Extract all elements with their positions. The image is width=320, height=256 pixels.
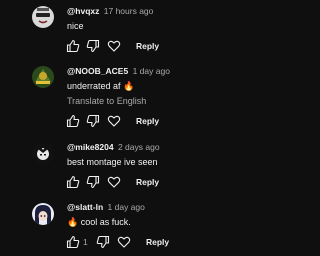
thumbs-down-icon[interactable] — [86, 39, 100, 53]
avatar[interactable] — [32, 66, 54, 88]
thumbs-up-icon[interactable] — [66, 39, 80, 53]
comment-item: @NOOB_ACE5 1 day ago underrated af 🔥 Tra… — [0, 60, 256, 130]
comment-item: @slatt-ln 1 day ago 🔥 cool as fuck. 1 Re… — [0, 198, 256, 256]
comment-text: 🔥 cool as fuck. — [67, 216, 131, 228]
author-name[interactable]: @mike8204 — [67, 142, 114, 152]
heart-icon[interactable] — [107, 175, 121, 189]
timestamp[interactable]: 17 hours ago — [104, 6, 154, 16]
timestamp[interactable]: 1 day ago — [108, 202, 145, 212]
thumbs-down-icon[interactable] — [96, 235, 110, 249]
game-logo-avatar-icon — [32, 66, 54, 88]
comment-text-content: cool as fuck. — [80, 217, 131, 227]
thumbs-down-icon[interactable] — [86, 175, 100, 189]
reply-button[interactable]: Reply — [136, 115, 159, 127]
comment-meta: @mike8204 2 days ago — [67, 142, 160, 153]
thumbs-up-icon[interactable] — [66, 175, 80, 189]
author-name[interactable]: @hvqxz — [67, 6, 99, 16]
comment-text: underrated af 🔥 — [67, 80, 134, 92]
comment-meta: @hvqxz 17 hours ago — [67, 6, 153, 17]
timestamp[interactable]: 2 days ago — [118, 142, 160, 152]
heart-icon[interactable] — [117, 235, 131, 249]
anime-girl-avatar-icon — [32, 203, 54, 225]
comment-actions: Reply — [66, 39, 256, 53]
avatar[interactable] — [32, 143, 54, 165]
avatar[interactable] — [32, 203, 54, 225]
avatar[interactable] — [32, 6, 54, 28]
fire-emoji: 🔥 — [123, 81, 135, 91]
author-name[interactable]: @NOOB_ACE5 — [67, 66, 128, 76]
sunglasses-face-avatar-icon — [32, 6, 54, 28]
like-count: 1 — [83, 237, 88, 247]
thumbs-up-icon[interactable] — [66, 235, 80, 249]
comment-text: best montage ive seen — [67, 157, 158, 167]
comment-item: @hvqxz 17 hours ago nice Reply — [0, 0, 256, 56]
anime-character-avatar-icon — [32, 143, 54, 165]
comment-meta: @NOOB_ACE5 1 day ago — [67, 66, 170, 77]
comment-item: @mike8204 2 days ago best montage ive se… — [0, 138, 256, 192]
heart-icon[interactable] — [107, 39, 121, 53]
comment-actions: Reply — [66, 114, 256, 128]
comment-actions: Reply — [66, 175, 256, 189]
comment-actions: 1 Reply — [66, 235, 256, 249]
thumbs-up-icon[interactable] — [66, 114, 80, 128]
comment-meta: @slatt-ln 1 day ago — [67, 202, 145, 213]
timestamp[interactable]: 1 day ago — [133, 66, 170, 76]
reply-button[interactable]: Reply — [136, 40, 159, 52]
heart-icon[interactable] — [107, 114, 121, 128]
thumbs-down-icon[interactable] — [86, 114, 100, 128]
author-name[interactable]: @slatt-ln — [67, 202, 103, 212]
comment-text: nice — [67, 21, 84, 31]
reply-button[interactable]: Reply — [146, 236, 169, 248]
translate-link[interactable]: Translate to English — [67, 95, 146, 107]
reply-button[interactable]: Reply — [136, 176, 159, 188]
comment-text-content: underrated af — [67, 81, 121, 91]
fire-emoji: 🔥 — [67, 217, 79, 227]
